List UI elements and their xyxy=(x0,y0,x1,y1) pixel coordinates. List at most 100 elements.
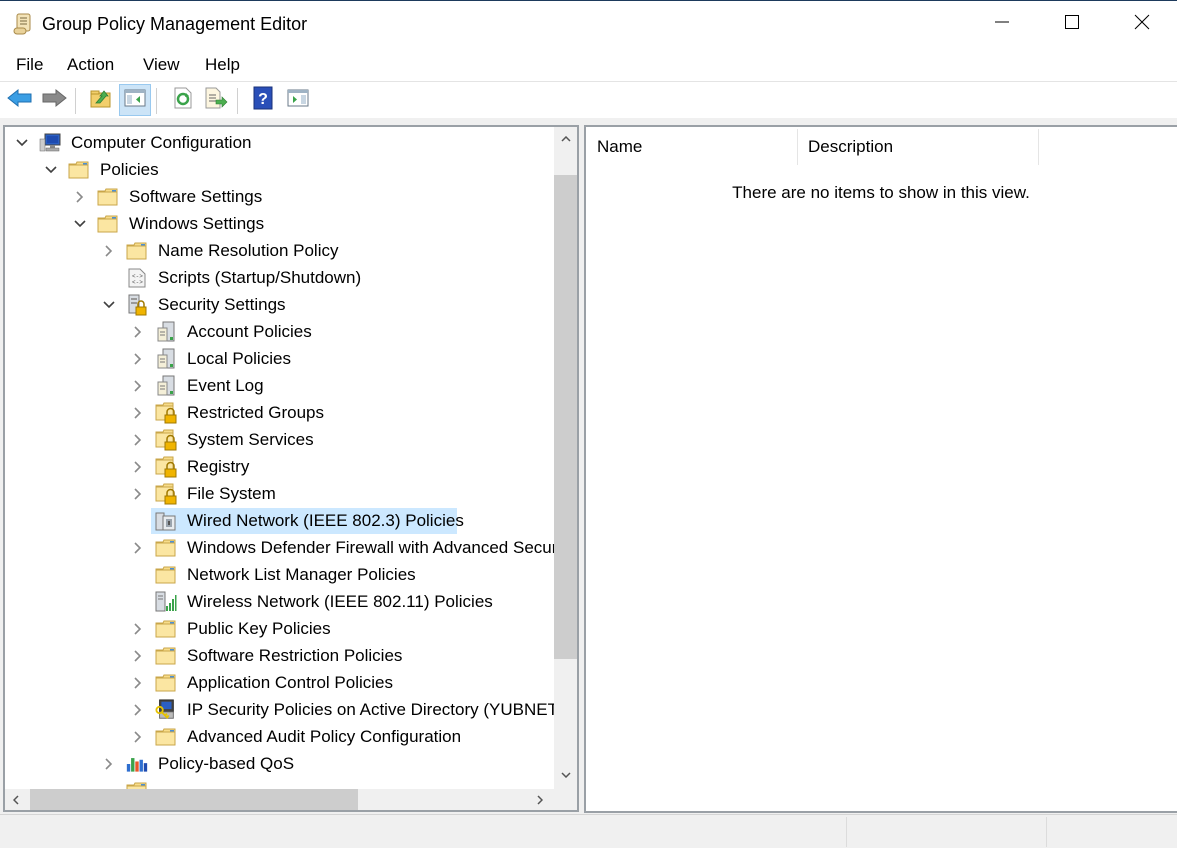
tree-item[interactable]: System Services xyxy=(129,427,317,453)
close-button[interactable] xyxy=(1107,1,1177,48)
chevron-right-icon[interactable] xyxy=(129,728,147,746)
tree-item[interactable]: Security Settings xyxy=(100,292,289,318)
help-button[interactable]: ? xyxy=(247,84,279,116)
tree-item[interactable]: Wireless Network (IEEE 802.11) Policies xyxy=(129,589,496,615)
back-arrow-icon xyxy=(7,88,33,113)
toolbar-separator xyxy=(156,88,157,114)
column-header-name[interactable]: Name xyxy=(586,127,797,167)
chevron-right-icon[interactable] xyxy=(129,350,147,368)
refresh-button[interactable] xyxy=(167,84,199,116)
chevron-down-icon[interactable] xyxy=(71,215,89,233)
chevron-right-icon[interactable] xyxy=(129,674,147,692)
menu-file[interactable]: File xyxy=(16,55,43,75)
tree-item[interactable]: Advanced Audit Policy Configuration xyxy=(129,724,464,750)
svg-text:<->: <-> xyxy=(132,279,143,286)
show-hide-console-tree-button[interactable] xyxy=(119,84,151,116)
script-icon: <-> <-> xyxy=(126,267,148,289)
chevron-down-icon[interactable] xyxy=(13,134,31,152)
tree-item-label: Network List Manager Policies xyxy=(187,565,416,584)
scroll-left-arrow-icon[interactable] xyxy=(5,789,27,810)
column-header-description[interactable]: Description xyxy=(798,127,1038,167)
chevron-right-icon[interactable] xyxy=(100,242,118,260)
vertical-scrollbar[interactable] xyxy=(554,127,577,789)
qos-chart-icon xyxy=(126,753,148,775)
maximize-button[interactable] xyxy=(1037,1,1107,48)
tree-item-partial[interactable] xyxy=(100,778,155,789)
tree-item-label: Account Policies xyxy=(187,322,312,341)
tree-item[interactable]: Policy-based QoS xyxy=(100,751,297,777)
tree-item[interactable]: Restricted Groups xyxy=(129,400,327,426)
chevron-right-icon[interactable] xyxy=(129,485,147,503)
wireless-network-icon xyxy=(155,591,177,613)
menu-view[interactable]: View xyxy=(143,55,180,75)
chevron-right-icon[interactable] xyxy=(129,647,147,665)
tree-item[interactable]: Application Control Policies xyxy=(129,670,396,696)
scroll-up-arrow-icon[interactable] xyxy=(554,127,577,151)
chevron-right-icon[interactable] xyxy=(129,620,147,638)
tree-item-label: Windows Defender Firewall with Advanced … xyxy=(187,538,554,557)
tree-item[interactable]: File System xyxy=(129,481,279,507)
chevron-right-icon[interactable] xyxy=(129,458,147,476)
folder-icon xyxy=(126,780,148,789)
tree-item-label: Software Settings xyxy=(129,187,263,206)
tree-item[interactable]: Event Log xyxy=(129,373,267,399)
show-hide-action-pane-button[interactable] xyxy=(282,84,314,116)
folder-icon xyxy=(155,726,177,748)
locked-folder-icon xyxy=(155,483,177,505)
tree-item[interactable]: Wired Network (IEEE 802.3) Policies xyxy=(129,508,467,534)
close-icon xyxy=(1134,14,1150,35)
vertical-scroll-thumb[interactable] xyxy=(554,175,577,659)
chevron-right-icon[interactable] xyxy=(129,404,147,422)
horizontal-scrollbar[interactable] xyxy=(5,789,554,810)
tree-item[interactable]: Policies xyxy=(42,157,162,183)
tree-item[interactable]: Network List Manager Policies xyxy=(129,562,419,588)
chevron-right-icon[interactable] xyxy=(129,539,147,557)
menu-help[interactable]: Help xyxy=(205,55,240,75)
tree-item-label: System Services xyxy=(187,430,314,449)
tree-item[interactable]: <-> <-> Scripts (Startup/Shutdown) xyxy=(100,265,364,291)
tree-item[interactable]: Account Policies xyxy=(129,319,315,345)
export-list-button[interactable] xyxy=(200,84,232,116)
chevron-right-icon[interactable] xyxy=(129,377,147,395)
tree-item[interactable]: Registry xyxy=(129,454,252,480)
tree-item[interactable]: Software Restriction Policies xyxy=(129,643,405,669)
scroll-down-arrow-icon[interactable] xyxy=(554,763,577,787)
chevron-right-icon[interactable] xyxy=(129,431,147,449)
locked-folder-icon xyxy=(155,402,177,424)
empty-list-message: There are no items to show in this view. xyxy=(732,183,1030,202)
forward-button[interactable] xyxy=(38,84,70,116)
chevron-down-icon[interactable] xyxy=(100,296,118,314)
console-tree-pane: Computer Configuration Policies Software S… xyxy=(3,125,579,812)
back-button[interactable] xyxy=(4,84,36,116)
chevron-right-icon[interactable] xyxy=(129,323,147,341)
chevron-down-icon[interactable] xyxy=(42,161,60,179)
scroll-corner xyxy=(554,789,577,810)
tree-item-label: Computer Configuration xyxy=(71,133,252,152)
tree-item[interactable]: Local Policies xyxy=(129,346,294,372)
tree-item[interactable]: Public Key Policies xyxy=(129,616,334,642)
scroll-right-arrow-icon[interactable] xyxy=(529,789,551,810)
toolbar: ? xyxy=(0,82,1177,118)
minimize-button[interactable] xyxy=(967,1,1037,48)
column-separator[interactable] xyxy=(1038,129,1039,165)
refresh-icon xyxy=(173,87,193,114)
tree-item[interactable]: Computer Configuration xyxy=(13,130,254,156)
chevron-right-icon[interactable] xyxy=(100,755,118,773)
console-tree-icon xyxy=(124,89,146,112)
horizontal-scroll-thumb[interactable] xyxy=(30,789,358,810)
tree-item[interactable]: Windows Settings xyxy=(71,211,267,237)
chevron-right-icon[interactable] xyxy=(71,188,89,206)
up-one-level-button[interactable] xyxy=(85,84,117,116)
locked-folder-icon xyxy=(155,456,177,478)
tree-item[interactable]: IP Security Policies on Active Directory… xyxy=(129,697,554,723)
tree-item[interactable]: Windows Defender Firewall with Advanced … xyxy=(129,535,554,561)
title-bar: Group Policy Management Editor xyxy=(0,0,1177,48)
menu-action[interactable]: Action xyxy=(67,55,114,75)
status-bar-separator xyxy=(846,817,847,847)
chevron-right-icon[interactable] xyxy=(129,701,147,719)
folder-icon xyxy=(155,537,177,559)
tree-item-label: Wired Network (IEEE 802.3) Policies xyxy=(187,511,464,530)
console-tree[interactable]: Computer Configuration Policies Software S… xyxy=(5,127,554,789)
tree-item[interactable]: Software Settings xyxy=(71,184,265,210)
tree-item[interactable]: Name Resolution Policy xyxy=(100,238,341,264)
